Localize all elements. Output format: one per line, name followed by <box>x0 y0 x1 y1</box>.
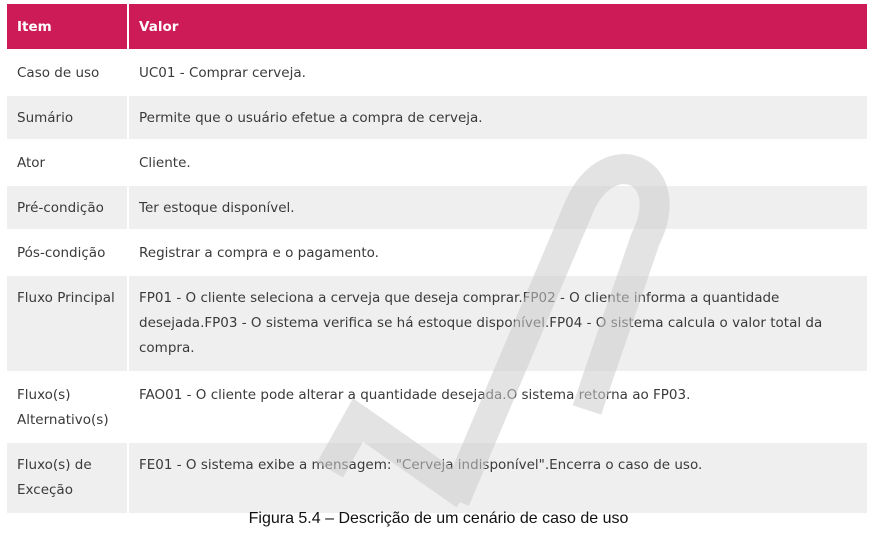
row-valor: FP01 - O cliente seleciona a cerveja que… <box>128 274 867 372</box>
row-valor: Registrar a compra e o pagamento. <box>128 229 867 275</box>
table-row: Sumário Permite que o usuário efetue a c… <box>7 94 867 140</box>
use-case-table-container: Item Valor Caso de uso UC01 - Comprar ce… <box>7 4 867 513</box>
row-item: Pré-condição <box>7 184 129 230</box>
row-item: Caso de uso <box>7 49 129 95</box>
row-item: Sumário <box>7 94 129 140</box>
row-item: Ator <box>7 139 129 185</box>
table-row: Fluxo(s) Alternativo(s) FAO01 - O client… <box>7 371 867 442</box>
row-valor: FE01 - O sistema exibe a mensagem: "Cerv… <box>128 441 867 513</box>
table-row: Fluxo(s) de Exceção FE01 - O sistema exi… <box>7 441 867 513</box>
table-row: Caso de uso UC01 - Comprar cerveja. <box>7 49 867 95</box>
table-row: Ator Cliente. <box>7 139 867 185</box>
row-valor: Ter estoque disponível. <box>128 184 867 230</box>
table-header-row: Item Valor <box>7 4 867 50</box>
table-row: Pós-condição Registrar a compra e o paga… <box>7 229 867 275</box>
row-valor: UC01 - Comprar cerveja. <box>128 49 867 95</box>
row-item: Fluxo(s) Alternativo(s) <box>7 371 129 442</box>
table-row: Fluxo Principal FP01 - O cliente selecio… <box>7 274 867 372</box>
row-valor: FAO01 - O cliente pode alterar a quantid… <box>128 371 867 442</box>
use-case-table: Item Valor Caso de uso UC01 - Comprar ce… <box>7 4 867 513</box>
row-valor: Cliente. <box>128 139 867 185</box>
figure-caption: Figura 5.4 – Descrição de um cenário de … <box>248 510 629 527</box>
header-valor: Valor <box>128 4 867 50</box>
table-row: Pré-condição Ter estoque disponível. <box>7 184 867 230</box>
row-item: Pós-condição <box>7 229 129 275</box>
row-item: Fluxo Principal <box>7 274 129 372</box>
row-item: Fluxo(s) de Exceção <box>7 441 129 513</box>
header-item: Item <box>7 4 129 50</box>
row-valor: Permite que o usuário efetue a compra de… <box>128 94 867 140</box>
